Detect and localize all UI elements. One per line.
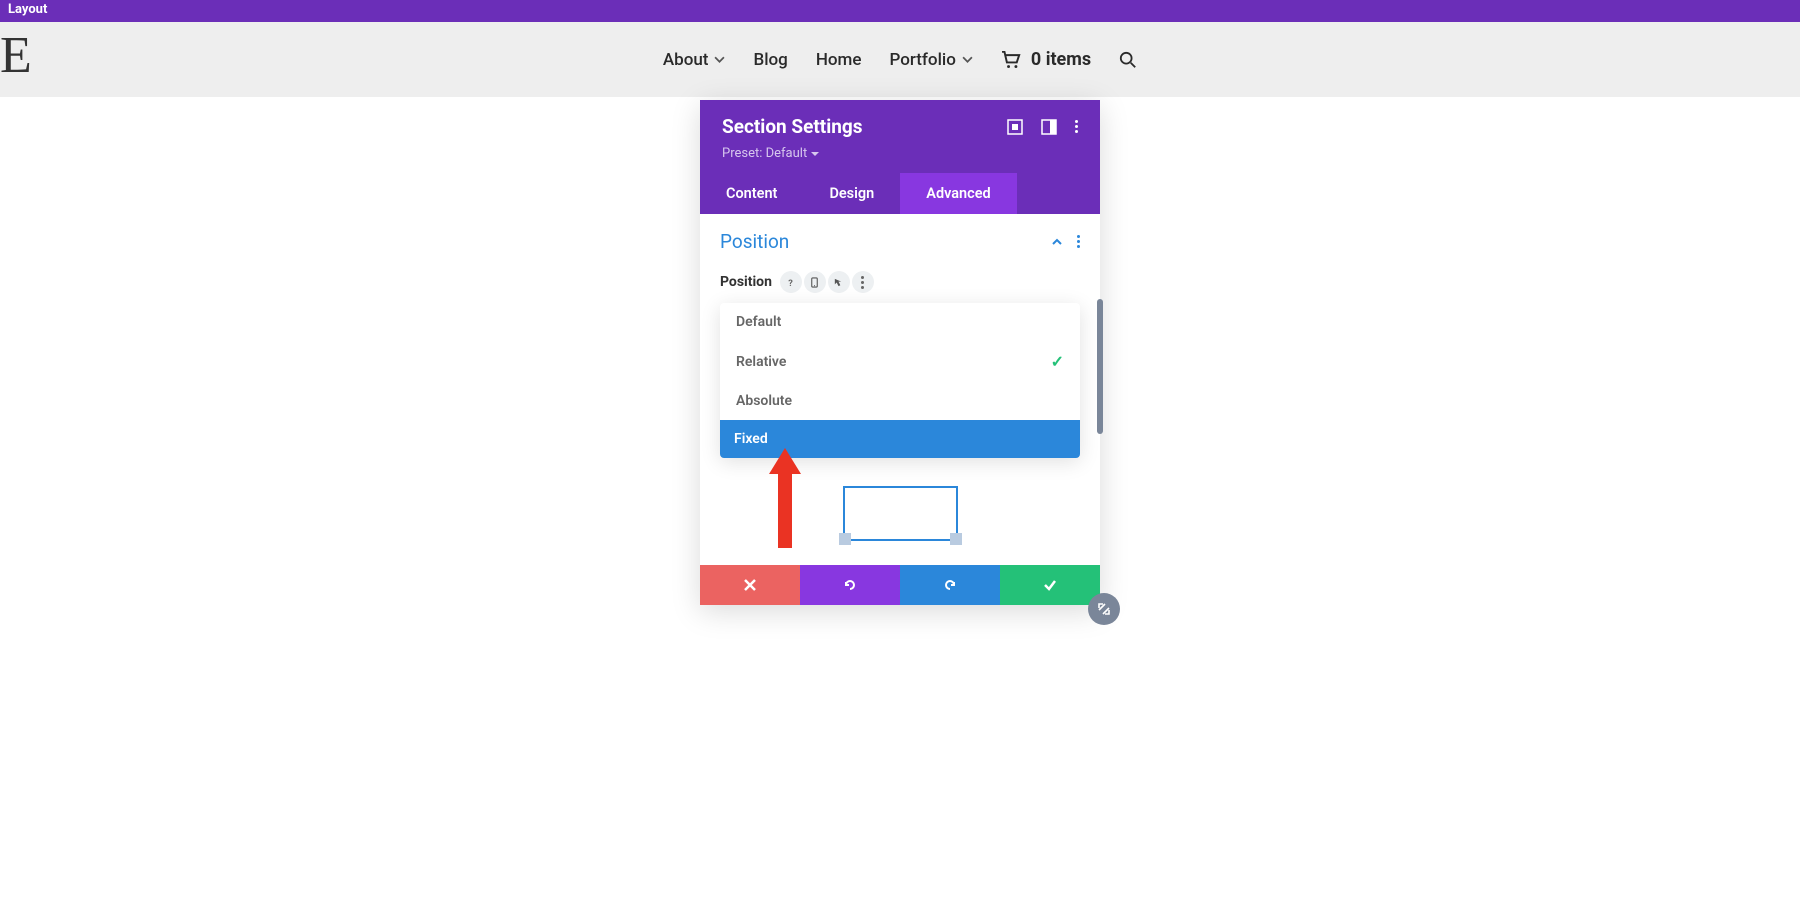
- field-label: Position: [720, 274, 772, 290]
- undo-button[interactable]: [800, 565, 900, 605]
- preset-selector[interactable]: Preset: Default: [722, 146, 1078, 161]
- builder-top-bar: Layout: [0, 0, 1800, 22]
- nav-label: Home: [816, 50, 862, 70]
- nav-item-about[interactable]: About: [663, 50, 726, 70]
- save-button[interactable]: [1000, 565, 1100, 605]
- dock-icon[interactable]: [1041, 119, 1057, 135]
- cart-count-label: 0 items: [1031, 49, 1091, 70]
- section-settings-panel: Section Settings Preset: Default Content…: [700, 100, 1100, 605]
- nav-item-portfolio[interactable]: Portfolio: [889, 50, 972, 70]
- nav-label: About: [663, 50, 709, 70]
- site-header: E About Blog Home Portfolio 0 items: [0, 22, 1800, 97]
- resize-handle-bl[interactable]: [839, 533, 851, 545]
- chevron-up-icon[interactable]: [1051, 236, 1063, 248]
- check-icon: ✓: [1051, 352, 1064, 371]
- site-logo[interactable]: E: [0, 30, 32, 82]
- panel-title: Section Settings: [722, 115, 863, 138]
- chevron-down-icon: [962, 54, 973, 65]
- close-icon: [742, 577, 758, 593]
- hover-icon[interactable]: [828, 271, 850, 293]
- svg-text:?: ?: [789, 279, 794, 288]
- cart-icon: [1001, 51, 1021, 69]
- top-bar-label: Layout: [8, 2, 47, 17]
- position-option-relative[interactable]: Relative ✓: [720, 341, 1080, 382]
- panel-footer: [700, 565, 1100, 605]
- nav-label: Portfolio: [889, 50, 955, 70]
- search-icon[interactable]: [1119, 51, 1137, 69]
- resize-diagonal-icon: [1097, 602, 1111, 616]
- panel-tabs: Content Design Advanced: [700, 173, 1100, 214]
- cancel-button[interactable]: [700, 565, 800, 605]
- redo-button[interactable]: [900, 565, 1000, 605]
- position-option-default[interactable]: Default: [720, 303, 1080, 341]
- position-option-fixed[interactable]: Fixed: [720, 420, 1080, 458]
- tab-content[interactable]: Content: [700, 173, 803, 214]
- redo-icon: [942, 577, 958, 593]
- field-more-icon[interactable]: [852, 271, 874, 293]
- mobile-icon[interactable]: [804, 271, 826, 293]
- tab-advanced[interactable]: Advanced: [900, 173, 1016, 214]
- position-preview-box: [720, 486, 1080, 541]
- help-icon[interactable]: ?: [780, 271, 802, 293]
- position-dropdown[interactable]: Default Relative ✓ Absolute Fixed: [720, 303, 1080, 458]
- resize-handle-br[interactable]: [950, 533, 962, 545]
- caret-down-icon: [811, 150, 819, 158]
- check-icon: [1042, 577, 1058, 593]
- tab-design[interactable]: Design: [803, 173, 900, 214]
- more-icon[interactable]: [1075, 120, 1078, 133]
- nav-label: Blog: [753, 50, 787, 70]
- nav-item-blog[interactable]: Blog: [753, 50, 787, 70]
- chevron-down-icon: [714, 54, 725, 65]
- position-option-absolute[interactable]: Absolute: [720, 382, 1080, 420]
- undo-icon: [842, 577, 858, 593]
- panel-header: Section Settings Preset: Default: [700, 100, 1100, 173]
- panel-resize-handle[interactable]: [1088, 593, 1120, 625]
- panel-scrollbar[interactable]: [1097, 299, 1103, 434]
- nav-cart[interactable]: 0 items: [1001, 49, 1091, 70]
- expand-icon[interactable]: [1007, 119, 1023, 135]
- nav-item-home[interactable]: Home: [816, 50, 862, 70]
- section-more-icon[interactable]: [1077, 235, 1080, 248]
- panel-body: Position Position ? Default Relative: [700, 214, 1100, 565]
- section-heading[interactable]: Position: [720, 230, 789, 253]
- preset-label: Preset: Default: [722, 146, 807, 161]
